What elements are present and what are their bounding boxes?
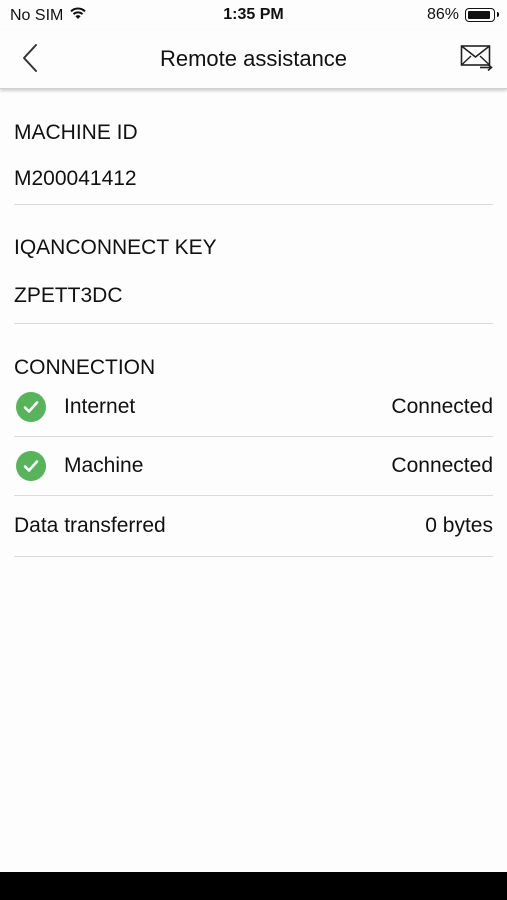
data-transferred-row: Data transferred 0 bytes	[14, 496, 493, 557]
navigation-bar: Remote assistance	[0, 30, 507, 89]
iqanconnect-key-section: IQANCONNECT KEY ZPETT3DC	[14, 205, 493, 324]
data-transferred-label: Data transferred	[14, 514, 166, 537]
iqanconnect-key-label: IQANCONNECT KEY	[14, 236, 217, 259]
connection-row-internet: Internet Connected	[14, 378, 493, 437]
battery-icon	[465, 8, 499, 22]
machine-id-section: MACHINE ID M200041412	[14, 100, 493, 205]
machine-id-value: M200041412	[14, 167, 137, 190]
machine-status: Connected	[391, 454, 493, 477]
iqanconnect-key-value: ZPETT3DC	[14, 284, 123, 307]
machine-label: Machine	[64, 454, 144, 477]
check-circle-icon	[16, 392, 46, 422]
bottom-bar	[0, 872, 507, 900]
battery-fill	[468, 11, 490, 19]
chevron-left-icon	[23, 44, 37, 72]
data-transferred-value: 0 bytes	[425, 514, 493, 537]
internet-status: Connected	[391, 395, 493, 418]
content: MACHINE ID M200041412 IQANCONNECT KEY ZP…	[14, 100, 493, 557]
connection-header: CONNECTION	[14, 324, 493, 379]
battery-percent: 86%	[426, 6, 459, 23]
status-bar: No SIM 1:35 PM 86%	[0, 0, 507, 30]
send-email-button[interactable]	[459, 42, 495, 74]
page-title: Remote assistance	[159, 46, 348, 71]
machine-id-label: MACHINE ID	[14, 121, 138, 144]
internet-label: Internet	[64, 395, 136, 418]
mail-forward-icon	[460, 45, 493, 72]
connection-label: CONNECTION	[14, 356, 156, 379]
status-right: 86%	[426, 6, 499, 24]
check-circle-icon	[16, 451, 46, 481]
back-button[interactable]	[14, 40, 46, 76]
connection-row-machine: Machine Connected	[14, 437, 493, 496]
